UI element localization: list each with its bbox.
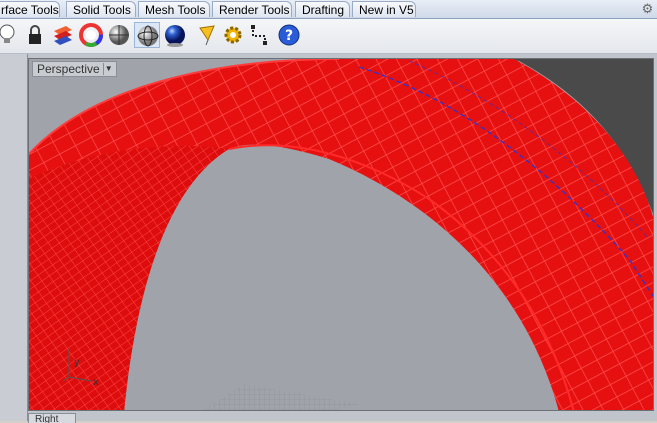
cone-light-icon[interactable] bbox=[194, 22, 220, 48]
left-panel-edge bbox=[0, 54, 28, 421]
tab-render-tools[interactable]: Render Tools bbox=[212, 1, 292, 17]
gear-cog-icon[interactable] bbox=[220, 22, 246, 48]
lock-icon[interactable] bbox=[22, 22, 48, 48]
gear-icon[interactable]: ⚙ bbox=[640, 1, 655, 16]
tab-right-viewport[interactable]: Right bbox=[28, 413, 76, 423]
color-wheel-icon[interactable] bbox=[78, 22, 104, 48]
svg-text:?: ? bbox=[285, 28, 293, 44]
viewport-title[interactable]: Perspective ▼ bbox=[32, 61, 117, 77]
layer-icon[interactable] bbox=[50, 22, 76, 48]
light-icon[interactable] bbox=[0, 22, 20, 48]
tab-new-in-v5[interactable]: New in V5 bbox=[352, 1, 416, 17]
chevron-down-icon[interactable]: ▼ bbox=[102, 63, 114, 75]
tab-drafting[interactable]: Drafting bbox=[295, 1, 350, 17]
toolbar-tab-strip: rface Tools Solid Tools Mesh Tools Rende… bbox=[0, 0, 657, 19]
wireframe-sphere-icon[interactable] bbox=[134, 22, 160, 48]
rendered-sphere-icon[interactable] bbox=[162, 22, 188, 48]
perspective-viewport[interactable]: y x Perspective ▼ bbox=[28, 58, 654, 411]
dimension-icon[interactable] bbox=[248, 22, 274, 48]
mesh-scene bbox=[29, 59, 653, 410]
viewport-title-text: Perspective bbox=[37, 62, 100, 76]
tab-surface-tools[interactable]: rface Tools bbox=[0, 1, 60, 17]
help-icon[interactable]: ? bbox=[276, 22, 302, 48]
tab-mesh-tools[interactable]: Mesh Tools bbox=[138, 1, 210, 17]
workspace: y x Perspective ▼ Right bbox=[0, 54, 657, 423]
shaded-sphere-icon[interactable] bbox=[106, 22, 132, 48]
tab-solid-tools[interactable]: Solid Tools bbox=[66, 1, 136, 17]
toolbar: ? bbox=[0, 19, 657, 54]
